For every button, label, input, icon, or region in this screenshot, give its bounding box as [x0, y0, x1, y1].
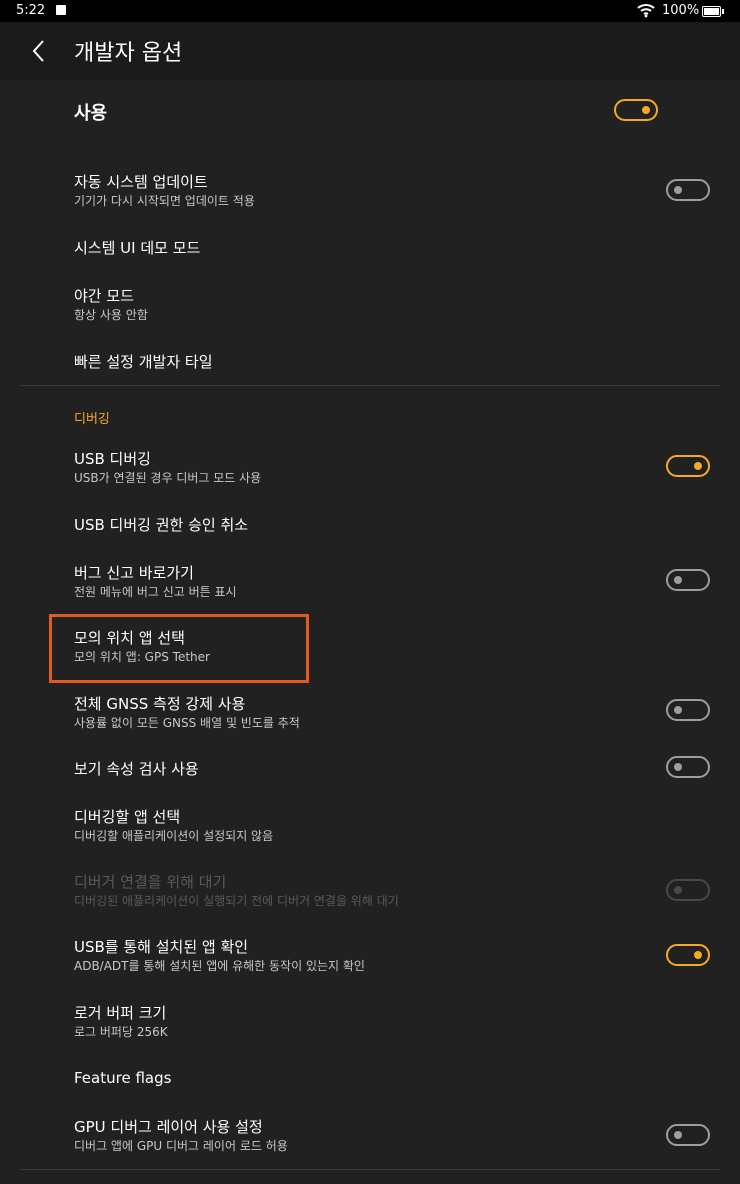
section-divider: [20, 1169, 720, 1170]
master-switch-toggle[interactable]: [614, 99, 658, 121]
verify-usb-apps-toggle[interactable]: [666, 944, 710, 966]
setting-subtitle: 사용률 없이 모든 GNSS 배열 및 빈도를 추적: [74, 716, 300, 730]
auto-system-update-toggle[interactable]: [666, 179, 710, 201]
setting-title: 전체 GNSS 측정 강제 사용: [74, 695, 246, 713]
setting-title: 시스템 UI 데모 모드: [74, 239, 201, 257]
setting-title: USB를 통해 설치된 앱 확인: [74, 938, 249, 956]
setting-title: GPU 디버그 레이어 사용 설정: [74, 1118, 263, 1136]
setting-row-feature-flags[interactable]: Feature flags: [0, 1058, 740, 1102]
setting-row-usb-debugging[interactable]: USB 디버깅 USB가 연결된 경우 디버그 모드 사용: [0, 436, 740, 498]
image-notification-icon: [56, 5, 66, 15]
highlight-box: [49, 614, 309, 683]
setting-row-select-debug-app[interactable]: 디버깅할 앱 선택 디버깅할 애플리케이션이 설정되지 않음: [0, 795, 740, 857]
setting-subtitle: 기기가 다시 시작되면 업데이트 적용: [74, 194, 255, 208]
setting-title: 보기 속성 검사 사용: [74, 760, 199, 778]
force-gnss-toggle[interactable]: [666, 699, 710, 721]
setting-title: 로거 버퍼 크기: [74, 1004, 167, 1022]
wait-for-debugger-toggle: [666, 879, 710, 901]
setting-title: 디버깅할 앱 선택: [74, 808, 181, 826]
setting-row-force-gnss[interactable]: 전체 GNSS 측정 강제 사용 사용률 없이 모든 GNSS 배열 및 빈도를…: [0, 682, 740, 744]
setting-row-gpu-debug-layers[interactable]: GPU 디버그 레이어 사용 설정 디버그 앱에 GPU 디버그 레이어 로드 …: [0, 1104, 740, 1166]
setting-subtitle: ADB/ADT를 통해 설치된 앱에 유해한 동작이 있는지 확인: [74, 959, 365, 973]
setting-row-view-attribute-inspection[interactable]: 보기 속성 검사 사용: [0, 746, 740, 790]
setting-row-verify-usb-apps[interactable]: USB를 통해 설치된 앱 확인 ADB/ADT를 통해 설치된 앱에 유해한 …: [0, 925, 740, 987]
battery-percent: 100%: [662, 3, 700, 18]
bug-report-shortcut-toggle[interactable]: [666, 569, 710, 591]
setting-subtitle: 항상 사용 안함: [74, 308, 148, 322]
setting-title: 자동 시스템 업데이트: [74, 173, 208, 191]
setting-subtitle: 로그 버퍼당 256K: [74, 1025, 168, 1039]
setting-title: USB 디버깅: [74, 450, 151, 468]
setting-title: 버그 신고 바로가기: [74, 564, 194, 582]
status-bar: 5:22 100%: [0, 0, 740, 22]
section-title-debugging: 디버깅: [74, 412, 110, 427]
setting-subtitle: 디버깅된 애플리케이션이 실행되기 전에 디버거 연결을 위해 대기: [74, 894, 399, 908]
view-attribute-inspection-toggle[interactable]: [666, 756, 710, 778]
setting-subtitle: 전원 메뉴에 버그 신고 버튼 표시: [74, 585, 237, 599]
setting-title: USB 디버깅 권한 승인 취소: [74, 516, 249, 534]
setting-row-revoke-usb-auth[interactable]: USB 디버깅 권한 승인 취소: [0, 505, 740, 549]
setting-subtitle: 디버그 앱에 GPU 디버그 레이어 로드 허용: [74, 1139, 288, 1153]
back-arrow-icon[interactable]: [28, 36, 50, 66]
setting-title: 야간 모드: [74, 287, 134, 305]
setting-row-auto-system-update[interactable]: 자동 시스템 업데이트 기기가 다시 시작되면 업데이트 적용: [0, 150, 740, 228]
setting-subtitle: USB가 연결된 경우 디버그 모드 사용: [74, 471, 262, 485]
master-switch-label: 사용: [74, 103, 108, 124]
section-divider: [20, 385, 720, 386]
usb-debugging-toggle[interactable]: [666, 455, 710, 477]
setting-row-night-mode[interactable]: 야간 모드 항상 사용 안함: [0, 272, 740, 340]
gpu-debug-layers-toggle[interactable]: [666, 1124, 710, 1146]
status-time: 5:22: [16, 3, 46, 18]
app-bar: 개발자 옵션: [0, 22, 740, 80]
setting-subtitle: 디버깅할 애플리케이션이 설정되지 않음: [74, 829, 274, 843]
setting-title: Feature flags: [74, 1069, 172, 1087]
setting-row-system-ui-demo[interactable]: 시스템 UI 데모 모드: [0, 228, 740, 272]
page-title: 개발자 옵션: [74, 41, 183, 66]
setting-title: 빠른 설정 개발자 타일: [74, 353, 213, 371]
setting-row-wait-for-debugger: 디버거 연결을 위해 대기 디버깅된 애플리케이션이 실행되기 전에 디버거 연…: [0, 860, 740, 922]
setting-row-quick-settings-tiles[interactable]: 빠른 설정 개발자 타일: [0, 340, 740, 384]
battery-icon: [702, 6, 724, 17]
setting-row-logger-buffer-size[interactable]: 로거 버퍼 크기 로그 버퍼당 256K: [0, 990, 740, 1052]
wifi-icon: [637, 4, 655, 18]
setting-row-bug-report-shortcut[interactable]: 버그 신고 바로가기 전원 메뉴에 버그 신고 버튼 표시: [0, 550, 740, 612]
developer-options-master-row[interactable]: 사용: [0, 80, 740, 140]
setting-title: 디버거 연결을 위해 대기: [74, 873, 227, 891]
